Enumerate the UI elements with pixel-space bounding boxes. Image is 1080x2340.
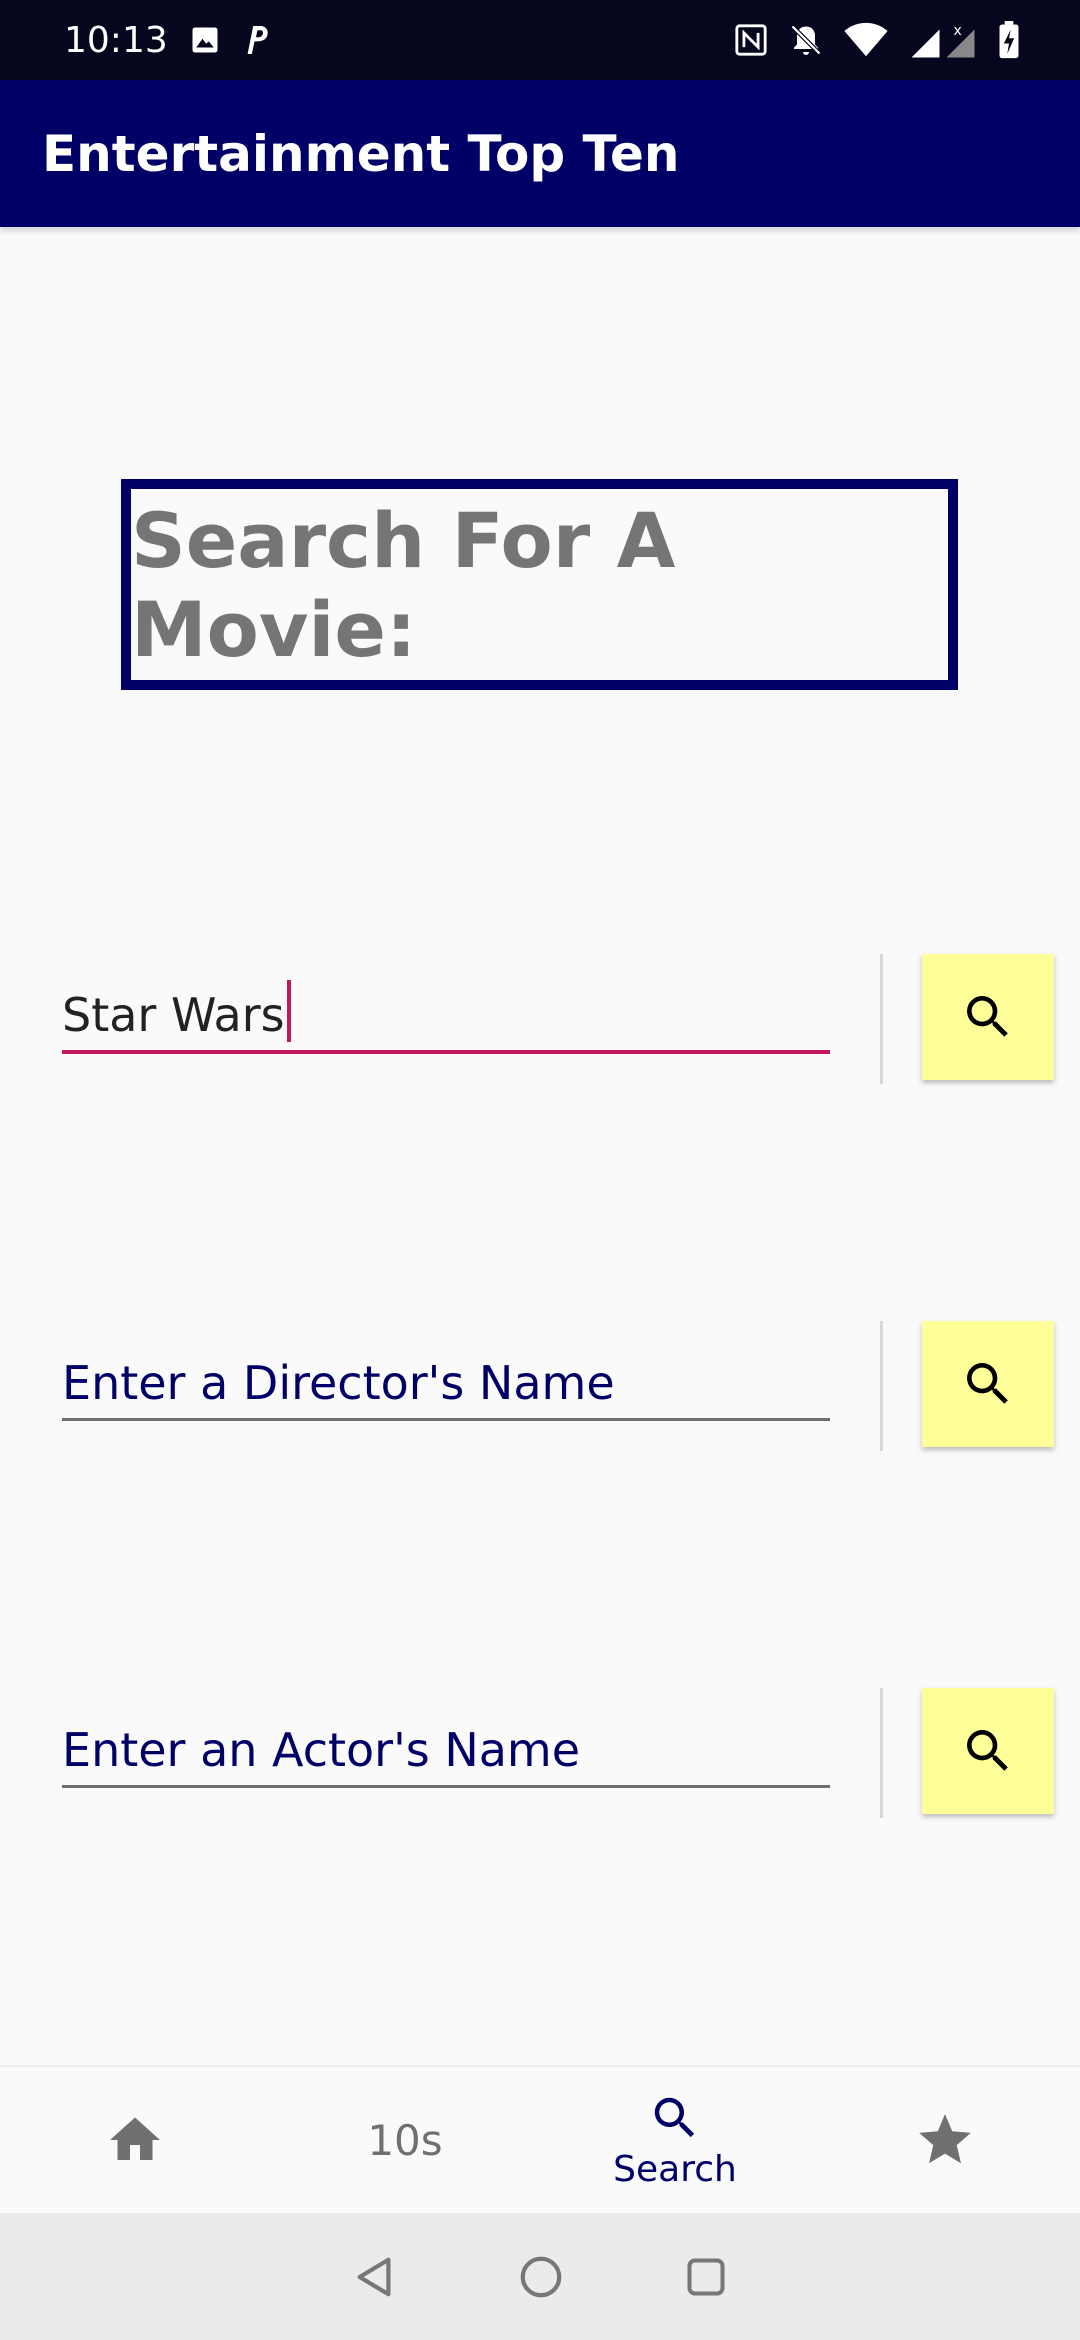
search-icon — [967, 1363, 1008, 1404]
signal-icon: x — [911, 23, 975, 58]
wifi-icon — [844, 22, 888, 57]
parking-p-icon — [247, 26, 268, 54]
nfc-icon — [735, 24, 767, 56]
app-bar: Entertainment Top Ten — [0, 80, 1080, 227]
system-nav-bar — [0, 2213, 1080, 2340]
actor-name-input[interactable]: Enter an Actor's Name — [62, 1688, 830, 1788]
actor-search-button[interactable] — [922, 1688, 1054, 1814]
search-icon — [967, 996, 1008, 1037]
heading-box: Search For A Movie: — [121, 479, 958, 690]
actor-search-row: Enter an Actor's Name — [0, 1688, 1080, 1818]
image-icon — [192, 27, 218, 53]
star-icon — [919, 2114, 971, 2164]
director-placeholder: Enter a Director's Name — [62, 1356, 615, 1410]
movie-search-button[interactable] — [922, 954, 1054, 1080]
back-triangle-icon[interactable] — [352, 2254, 398, 2300]
divider — [880, 1321, 883, 1451]
page-heading: Search For A Movie: — [131, 495, 676, 674]
search-icon — [654, 2097, 695, 2137]
movie-title-input[interactable]: Star Wars — [62, 954, 830, 1054]
actor-placeholder: Enter an Actor's Name — [62, 1723, 581, 1777]
movie-title-value: Star Wars — [62, 988, 285, 1042]
status-bar: 10:13 x — [0, 0, 1080, 80]
bottom-nav: 10s Search — [0, 2065, 1080, 2213]
recents-square-icon[interactable] — [684, 2255, 728, 2299]
nav-10s-label: 10s — [367, 2115, 443, 2165]
director-name-input[interactable]: Enter a Director's Name — [62, 1321, 830, 1421]
status-time: 10:13 — [64, 19, 168, 61]
search-icon — [967, 1730, 1008, 1771]
divider — [880, 954, 883, 1084]
text-cursor — [286, 980, 291, 1042]
nav-search[interactable]: Search — [540, 2067, 810, 2213]
svg-text:x: x — [954, 23, 962, 39]
home-icon — [110, 2117, 160, 2160]
muted-bell-icon — [790, 24, 822, 56]
nav-home[interactable] — [0, 2067, 270, 2213]
director-search-button[interactable] — [922, 1321, 1054, 1447]
home-circle-icon[interactable] — [518, 2254, 564, 2300]
battery-icon — [999, 21, 1019, 59]
divider — [880, 1688, 883, 1818]
nav-top-tens[interactable]: 10s — [270, 2067, 540, 2213]
movie-search-row: Star Wars — [0, 954, 1080, 1084]
app-title: Entertainment Top Ten — [42, 124, 680, 183]
nav-favorites[interactable] — [810, 2067, 1080, 2213]
nav-search-label: Search — [613, 2148, 737, 2190]
director-search-row: Enter a Director's Name — [0, 1321, 1080, 1451]
